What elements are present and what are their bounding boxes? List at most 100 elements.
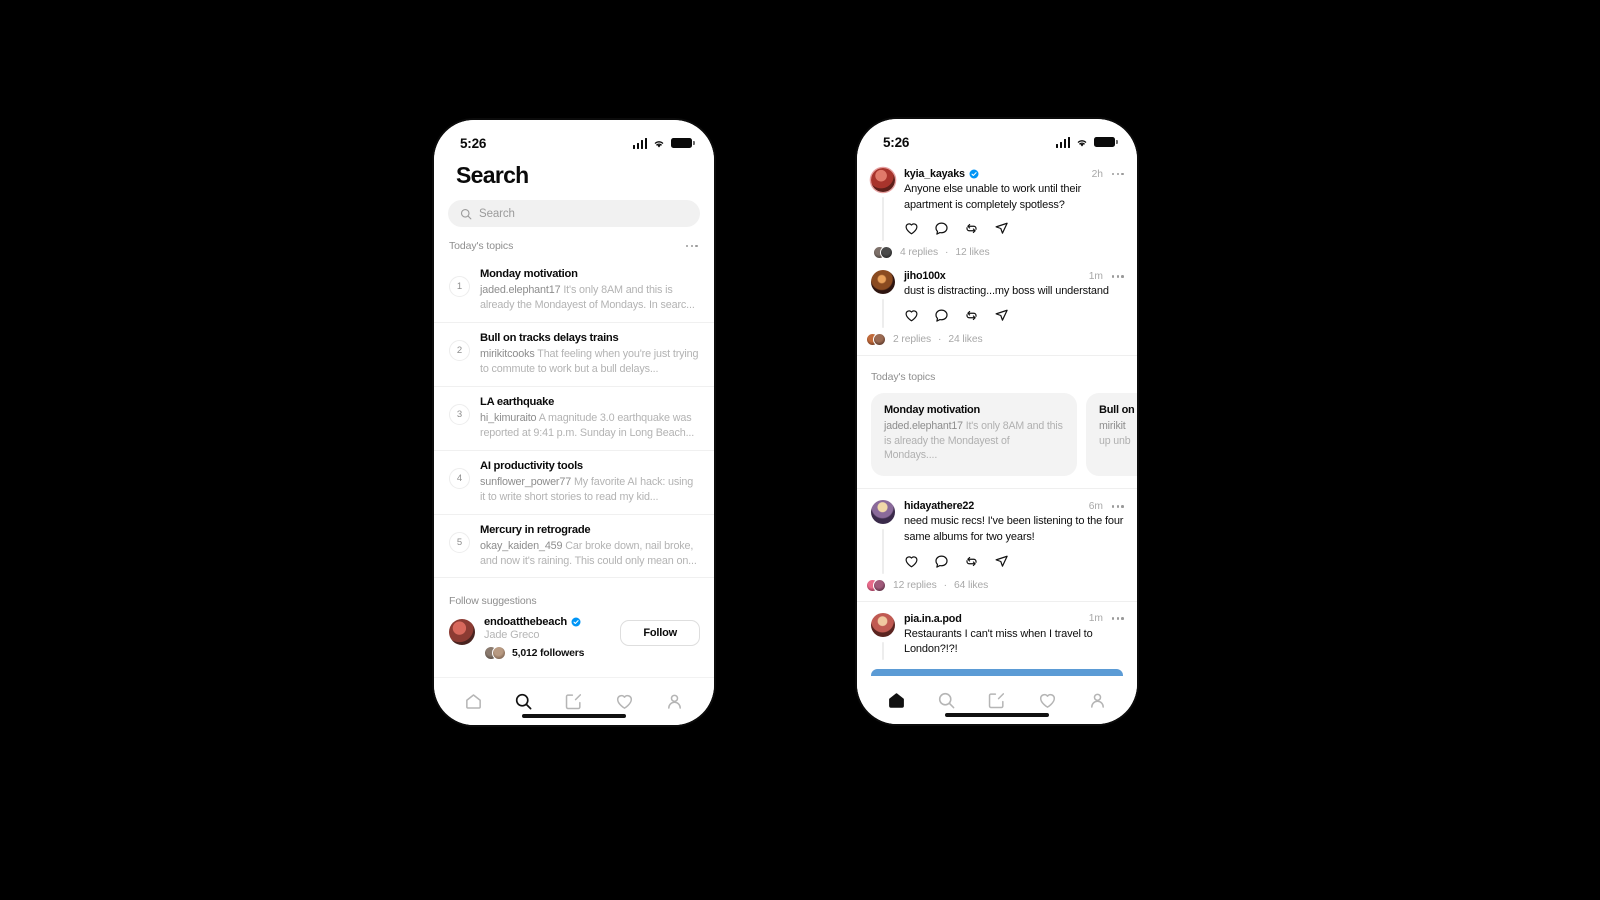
repost-icon[interactable]	[964, 308, 979, 323]
wifi-icon	[1077, 139, 1087, 147]
more-horizontal-icon[interactable]	[1111, 617, 1124, 620]
more-horizontal-icon[interactable]	[685, 244, 698, 248]
post-likes-count: 24 likes	[948, 333, 983, 345]
stat-separator: ·	[945, 247, 949, 259]
post-likes-count: 64 likes	[954, 579, 989, 591]
status-time: 5:26	[460, 135, 487, 151]
phone-left-search: 5:26 Search Search Today's topics 1 Mond…	[434, 120, 714, 725]
suggestion-followers: 5,012 followers	[484, 646, 611, 661]
compose-icon	[989, 692, 1005, 708]
post-actions	[904, 554, 1124, 572]
tab-profile[interactable]	[658, 687, 692, 717]
topic-row[interactable]: 3 LA earthquake hi_kimuraito A magnitude…	[434, 385, 714, 450]
topic-snippet: hi_kimuraito A magnitude 3.0 earthquake …	[480, 411, 700, 441]
comment-icon[interactable]	[934, 308, 949, 323]
post-timestamp: 2h	[1091, 168, 1103, 180]
avatar[interactable]	[871, 612, 895, 637]
topic-row[interactable]: 5 Mercury in retrograde okay_kaiden_459 …	[434, 513, 714, 578]
suggestion-username[interactable]: endoatthebeach	[484, 616, 567, 628]
topic-card-snippet: mirikit up unb	[1099, 419, 1137, 449]
share-icon[interactable]	[994, 554, 1009, 569]
topic-row[interactable]: 4 AI productivity tools sunflower_power7…	[434, 449, 714, 514]
like-icon[interactable]	[904, 554, 919, 569]
search-input[interactable]: Search	[448, 200, 700, 227]
feed-post[interactable]: jiho100x 1m dust is distracting...my bos…	[857, 268, 1137, 331]
tab-profile[interactable]	[1081, 685, 1115, 715]
thread-line	[882, 299, 884, 328]
topics-card-track[interactable]: Monday motivation jaded.elephant17 It's …	[857, 392, 1137, 477]
signal-bars-icon	[632, 137, 647, 149]
heart-icon	[1039, 693, 1055, 708]
facepile-avatars	[484, 646, 506, 661]
more-horizontal-icon[interactable]	[1111, 505, 1124, 508]
follow-suggestions-header: Follow suggestions	[434, 577, 714, 614]
home-icon	[465, 694, 481, 709]
avatar[interactable]	[871, 500, 895, 525]
topics-carousel[interactable]: Today's topics Monday motivation jaded.e…	[857, 356, 1137, 488]
post-stats[interactable]: 2 replies · 24 likes	[857, 331, 1137, 355]
feed-post[interactable]: kyia_kayaks 2h Anyone else unable to wor…	[857, 157, 1137, 244]
tab-home[interactable]	[879, 685, 913, 715]
more-horizontal-icon[interactable]	[1111, 172, 1124, 176]
share-icon[interactable]	[994, 308, 1009, 323]
tab-home[interactable]	[456, 687, 490, 717]
like-icon[interactable]	[904, 308, 919, 323]
topic-card[interactable]: Monday motivation jaded.elephant17 It's …	[871, 392, 1077, 477]
tab-activity[interactable]	[607, 687, 641, 717]
verified-badge-icon	[969, 169, 979, 179]
thread-column	[871, 270, 895, 328]
status-icons	[632, 137, 695, 149]
topic-rank: 1	[449, 276, 470, 297]
post-replies-count: 12 replies	[893, 579, 937, 591]
comment-icon[interactable]	[934, 554, 949, 569]
battery-icon	[671, 137, 695, 149]
topic-rank: 4	[449, 467, 470, 489]
avatar[interactable]	[449, 619, 475, 646]
post-stats[interactable]: 12 replies · 64 likes	[857, 577, 1137, 601]
topic-row[interactable]: 1 Monday motivation jaded.elephant17 It'…	[434, 259, 714, 322]
blue-progress-bar[interactable]	[871, 668, 1123, 676]
post-replies-count: 2 replies	[893, 333, 932, 345]
repost-icon[interactable]	[964, 221, 979, 236]
topic-user: jaded.elephant17	[480, 284, 561, 297]
follow-button[interactable]: Follow	[620, 620, 700, 647]
avatar[interactable]	[871, 270, 895, 295]
feed-scroll-area[interactable]: kyia_kayaks 2h Anyone else unable to wor…	[857, 157, 1137, 676]
topic-title: AI productivity tools	[480, 459, 583, 472]
post-actions	[904, 308, 1124, 326]
topic-row[interactable]: 2 Bull on tracks delays trains mirikitco…	[434, 321, 714, 386]
tab-activity[interactable]	[1030, 685, 1064, 715]
post-stats[interactable]: 4 replies · 12 likes	[857, 244, 1137, 268]
tab-compose[interactable]	[557, 687, 591, 717]
facepile-avatars	[873, 246, 893, 260]
post-replies-count: 4 replies	[900, 247, 939, 259]
topics-label: Today's topics	[871, 370, 936, 383]
search-icon	[460, 208, 472, 219]
like-icon[interactable]	[904, 221, 919, 236]
share-icon[interactable]	[994, 221, 1009, 236]
post-username[interactable]: pia.in.a.pod	[904, 613, 962, 625]
post-username[interactable]: jiho100x	[904, 270, 946, 282]
post-username[interactable]: hidayathere22	[904, 500, 974, 512]
comment-icon[interactable]	[934, 221, 949, 236]
tab-search[interactable]	[507, 687, 541, 717]
post-username[interactable]: kyia_kayaks	[904, 168, 965, 180]
status-bar: 5:26	[434, 120, 714, 158]
topics-section-header: Today's topics	[434, 227, 714, 259]
topic-card[interactable]: Bull on mirikit up unb	[1086, 392, 1137, 477]
repost-icon[interactable]	[964, 554, 979, 569]
avatar[interactable]	[871, 168, 895, 192]
post-timestamp: 6m	[1088, 500, 1103, 512]
thread-column	[871, 168, 895, 242]
tab-search[interactable]	[930, 685, 964, 715]
tab-compose[interactable]	[980, 685, 1014, 715]
more-horizontal-icon[interactable]	[1111, 274, 1124, 278]
feed-post[interactable]: pia.in.a.pod 1m Restaurants I can't miss…	[857, 602, 1137, 663]
follow-suggestion-row[interactable]: endoatthebeach Jade Greco 5,012 follower…	[434, 614, 714, 670]
topic-card-user: jaded.elephant17	[884, 419, 963, 432]
facepile-avatars	[866, 332, 886, 346]
search-placeholder: Search	[479, 207, 515, 220]
feed-post[interactable]: hidayathere22 6m need music recs! I've b…	[857, 489, 1137, 576]
search-scroll-area[interactable]: Search Search Today's topics 1 Monday mo	[434, 158, 714, 677]
status-icons	[1055, 136, 1118, 148]
